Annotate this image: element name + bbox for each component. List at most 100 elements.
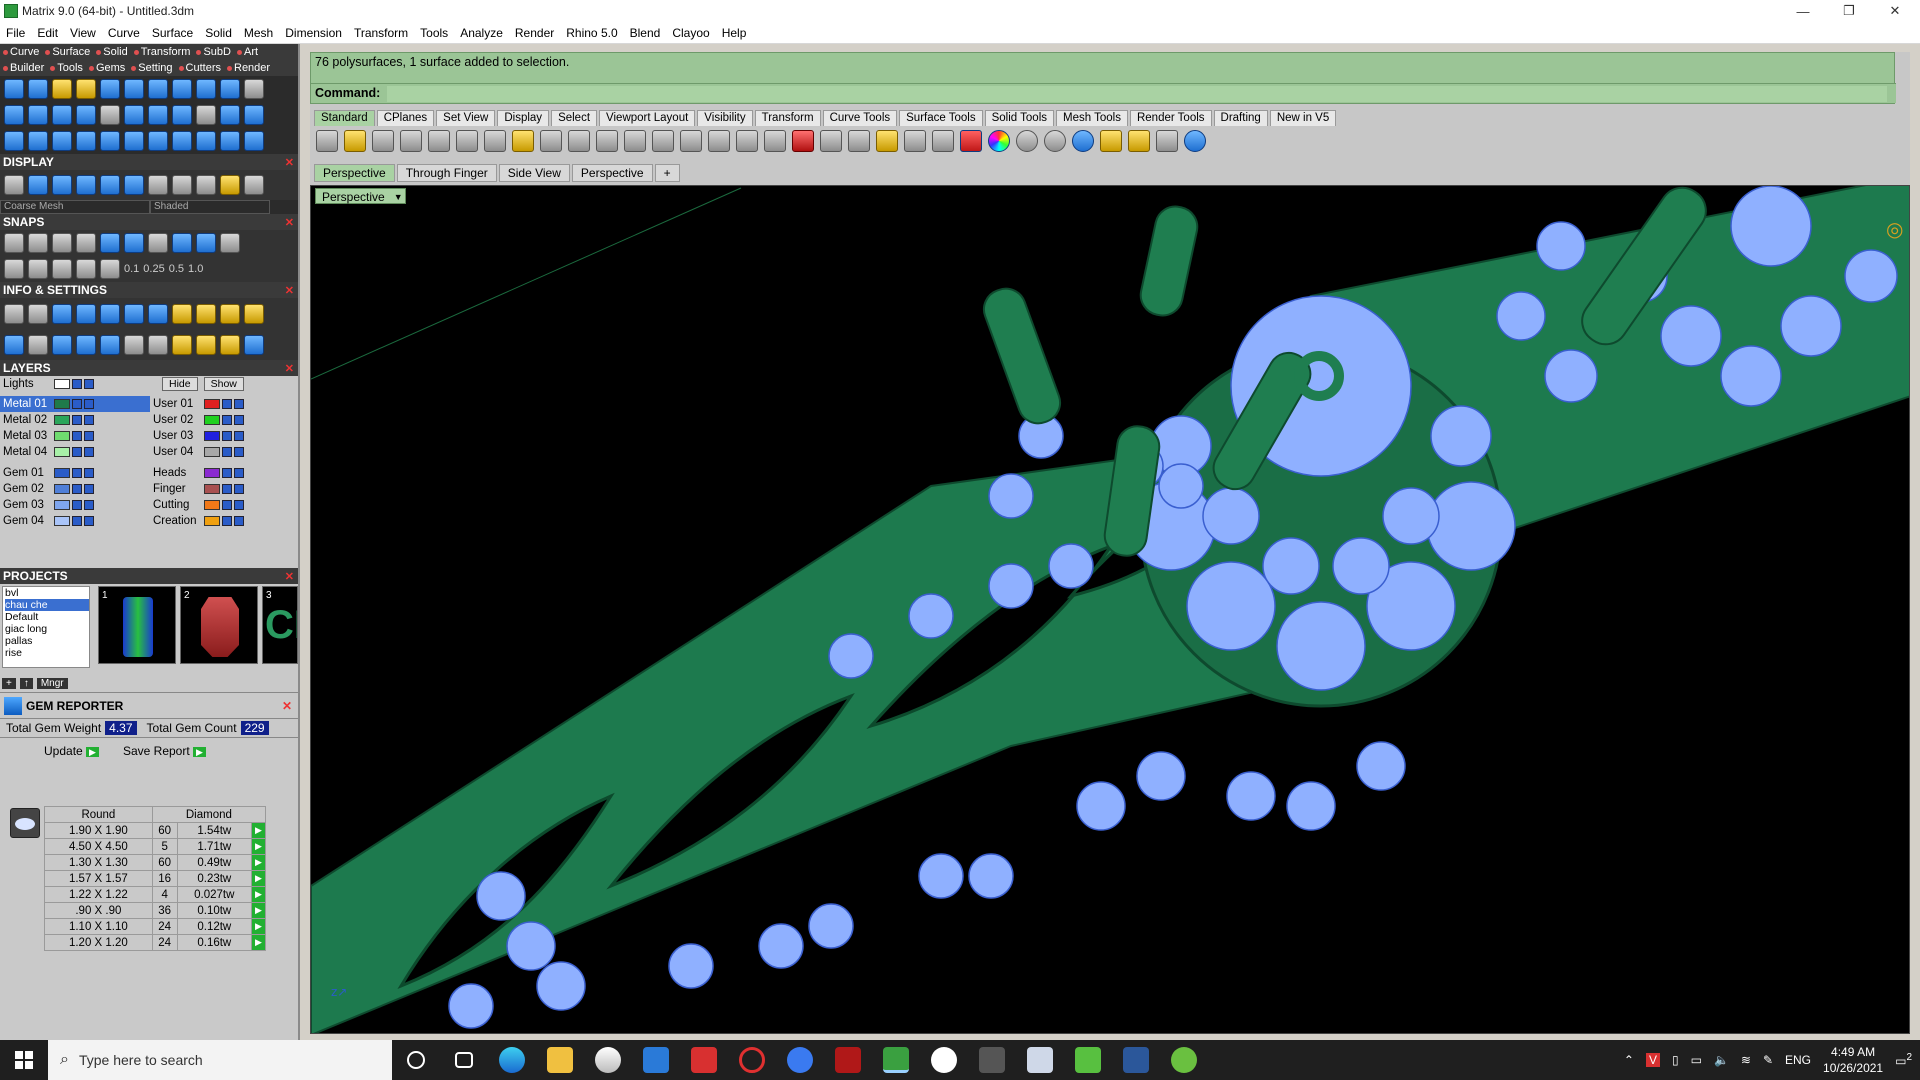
layer-row-gem-01[interactable]: Gem 01 <box>0 465 150 481</box>
tab-side-view[interactable]: Side View <box>498 164 570 182</box>
update-button[interactable]: Update ▶ <box>44 744 99 758</box>
anydesk-icon[interactable] <box>835 1047 861 1073</box>
xray-icon[interactable] <box>76 175 96 195</box>
color-wheel-icon[interactable] <box>988 130 1010 152</box>
file-explorer-icon[interactable] <box>547 1047 573 1073</box>
tab-display[interactable]: Display <box>497 110 550 126</box>
menu-render[interactable]: Render <box>509 26 560 40</box>
layer-color-swatch[interactable] <box>54 447 70 457</box>
layer-color-swatch[interactable] <box>54 484 70 494</box>
object-icon[interactable] <box>52 334 72 355</box>
mesh-tool-icon[interactable] <box>172 131 192 151</box>
table-row[interactable]: 1.20 X 1.20 24 0.16tw ▶ <box>44 934 266 951</box>
gallery-tool-icon[interactable] <box>220 79 240 99</box>
filter-icon[interactable] <box>1100 130 1122 152</box>
word-icon[interactable] <box>1123 1047 1149 1073</box>
select-gems-button[interactable]: ▶ <box>251 886 266 903</box>
notification-icon[interactable]: ▭2 <box>1895 1052 1912 1068</box>
clock[interactable]: 4:49 AM 10/26/2021 <box>1823 1044 1883 1076</box>
snap-value-0.25[interactable]: 0.25 <box>143 263 164 275</box>
up-project-button[interactable]: ↑ <box>19 678 33 689</box>
snipping-icon[interactable] <box>1027 1047 1053 1073</box>
select-icon[interactable] <box>124 334 144 355</box>
mirror-tool-icon[interactable] <box>220 105 240 125</box>
dimension-icon[interactable] <box>196 303 216 324</box>
volume-icon[interactable]: 🔈 <box>1714 1053 1729 1067</box>
opera-icon[interactable] <box>739 1047 765 1073</box>
layer-row-gem-03[interactable]: Gem 03 <box>0 497 150 513</box>
menu-solid[interactable]: Solid <box>199 26 238 40</box>
ribbon-art[interactable]: Art <box>236 46 258 58</box>
rotate-view-icon[interactable] <box>596 130 618 152</box>
menu-blend[interactable]: Blend <box>624 26 667 40</box>
phone-icon[interactable]: ▯ <box>1672 1053 1679 1067</box>
ribbon-tools[interactable]: Tools <box>50 62 83 74</box>
ribbon-cutters[interactable]: Cutters <box>178 62 221 74</box>
select-gems-button[interactable]: ▶ <box>251 822 266 839</box>
close-icon[interactable]: ✕ <box>282 699 298 713</box>
gear-tool-icon[interactable] <box>196 105 216 125</box>
close-button[interactable]: ✕ <box>1872 0 1918 22</box>
tab-perspective-2[interactable]: Perspective <box>571 164 653 182</box>
select-gems-button[interactable]: ▶ <box>251 854 266 871</box>
undo-view-icon[interactable] <box>736 130 758 152</box>
env-icon[interactable] <box>124 175 144 195</box>
project-item[interactable]: Default <box>5 611 89 623</box>
lock-icon[interactable] <box>932 130 954 152</box>
bezel-tool-icon[interactable] <box>196 79 216 99</box>
perspective-viewport[interactable]: ◎ z↗ Perspective ▼ <box>310 185 1910 1034</box>
cage-tool-icon[interactable] <box>124 131 144 151</box>
panel-tool-icon[interactable] <box>244 79 264 99</box>
edge-icon[interactable] <box>499 1047 525 1073</box>
tab-transform[interactable]: Transform <box>754 110 821 126</box>
ribbon-surface[interactable]: Surface <box>45 46 90 58</box>
mesh-dropdown[interactable]: Coarse Mesh <box>0 200 150 214</box>
layer-color-swatch[interactable] <box>204 399 220 409</box>
tab-viewport-layout[interactable]: Viewport Layout <box>599 110 696 126</box>
camera-app-icon[interactable] <box>931 1047 957 1073</box>
render-icon[interactable] <box>52 175 72 195</box>
menu-curve[interactable]: Curve <box>102 26 146 40</box>
task-view-icon[interactable] <box>455 1052 473 1068</box>
tab-new-in-v5[interactable]: New in V5 <box>1269 110 1337 126</box>
layout-tool-icon[interactable] <box>196 131 216 151</box>
open-file-icon[interactable] <box>344 130 366 152</box>
close-icon[interactable]: ✕ <box>285 156 298 169</box>
select-gems-button[interactable]: ▶ <box>251 870 266 887</box>
ribbon-setting[interactable]: Setting <box>131 62 173 74</box>
pan-hand-icon[interactable] <box>568 130 590 152</box>
finger-icon[interactable] <box>220 334 240 355</box>
project-item[interactable]: giac long <box>5 623 89 635</box>
layer-row-metal-03[interactable]: Metal 03 <box>0 428 150 444</box>
panel-icon[interactable] <box>28 334 48 355</box>
select-gems-button[interactable]: ▶ <box>251 918 266 935</box>
zoom-icon[interactable] <box>624 130 646 152</box>
add-project-button[interactable]: + <box>2 678 16 689</box>
restore-button[interactable]: ❐ <box>1826 0 1872 22</box>
start-button[interactable] <box>0 1040 48 1080</box>
tab-set-view[interactable]: Set View <box>436 110 496 126</box>
layer-color-swatch[interactable] <box>54 500 70 510</box>
report-icon[interactable] <box>220 303 240 324</box>
office-icon[interactable] <box>691 1047 717 1073</box>
select-gems-button[interactable]: ▶ <box>251 934 266 951</box>
settings-icon[interactable] <box>4 303 24 324</box>
ribbon-render[interactable]: Render <box>227 62 270 74</box>
tab-visibility[interactable]: Visibility <box>697 110 753 126</box>
camtasia-icon[interactable] <box>1075 1047 1101 1073</box>
tab-surface-tools[interactable]: Surface Tools <box>899 110 983 126</box>
layer-color-swatch[interactable] <box>204 431 220 441</box>
spline-tool-icon[interactable] <box>28 79 48 99</box>
menu-tools[interactable]: Tools <box>414 26 454 40</box>
table-row[interactable]: 1.10 X 1.10 24 0.12tw ▶ <box>44 918 266 935</box>
table-row[interactable]: .90 X .90 36 0.10tw ▶ <box>44 902 266 919</box>
loft-tool-icon[interactable] <box>4 105 24 125</box>
move-tool-icon[interactable] <box>76 131 96 151</box>
taskbar-search[interactable]: ⌕ Type here to search <box>48 1040 392 1080</box>
layer-color-swatch[interactable] <box>54 516 70 526</box>
grid-snap-icon[interactable] <box>4 259 24 279</box>
antivirus-icon[interactable]: V <box>1645 1053 1660 1067</box>
select-gems-button[interactable]: ▶ <box>251 902 266 919</box>
layer-row-gem-02[interactable]: Gem 02 <box>0 481 150 497</box>
circle-tool-icon[interactable] <box>244 131 264 151</box>
